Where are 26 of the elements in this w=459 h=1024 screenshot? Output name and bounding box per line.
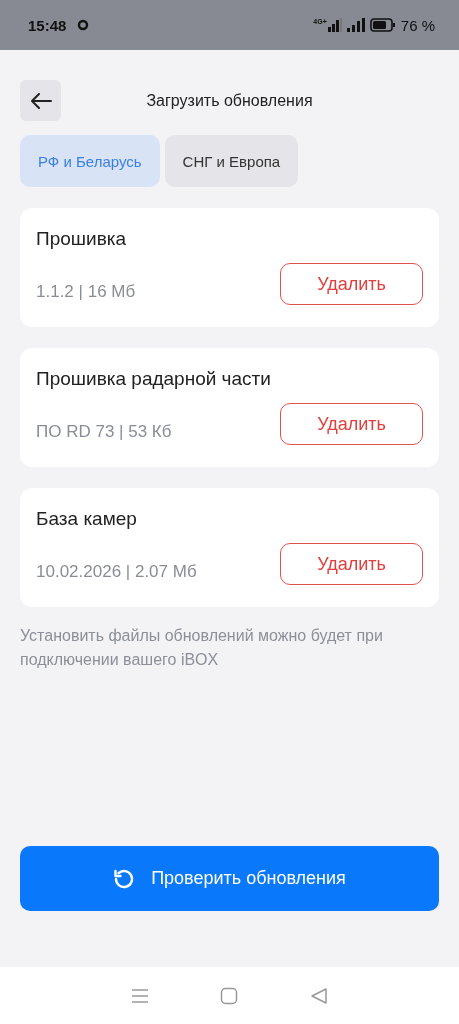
signal-icon: [327, 18, 342, 32]
update-title: Прошивка радарной части: [36, 368, 272, 390]
status-time: 15:48: [28, 16, 67, 34]
menu-icon[interactable]: [130, 987, 149, 1004]
region-tab[interactable]: РФ и Беларусь: [20, 135, 160, 187]
delete-button[interactable]: Удалить: [280, 543, 423, 585]
back-arrow-icon: [29, 92, 52, 109]
check-updates-button[interactable]: Проверить обновления: [20, 846, 439, 911]
battery-percentage: 76 %: [400, 16, 435, 34]
update-info: 10.02.2026 | 2.07 Мб: [36, 562, 197, 582]
info-note: Установить файлы обновлений можно будет при подключении вашего iBOX: [20, 626, 384, 670]
home-icon[interactable]: [220, 986, 239, 1005]
screen-title: Загрузить обновления: [145, 91, 314, 110]
region-tab[interactable]: СНГ и Европа: [164, 135, 299, 187]
signal-icon: [346, 18, 365, 32]
update-title: База камер: [36, 508, 138, 530]
battery-icon: [369, 18, 396, 32]
back-button[interactable]: [20, 80, 61, 121]
notification-icon: [77, 19, 90, 31]
delete-button[interactable]: Удалить: [280, 403, 423, 445]
back-icon[interactable]: [310, 986, 329, 1005]
refresh-icon: [113, 867, 136, 890]
update-info: 1.1.2 | 16 Мб: [36, 282, 136, 302]
update-title: Прошивка: [36, 228, 128, 250]
update-info: ПО RD 73 | 53 Кб: [36, 422, 172, 442]
delete-button[interactable]: Удалить: [280, 263, 423, 305]
